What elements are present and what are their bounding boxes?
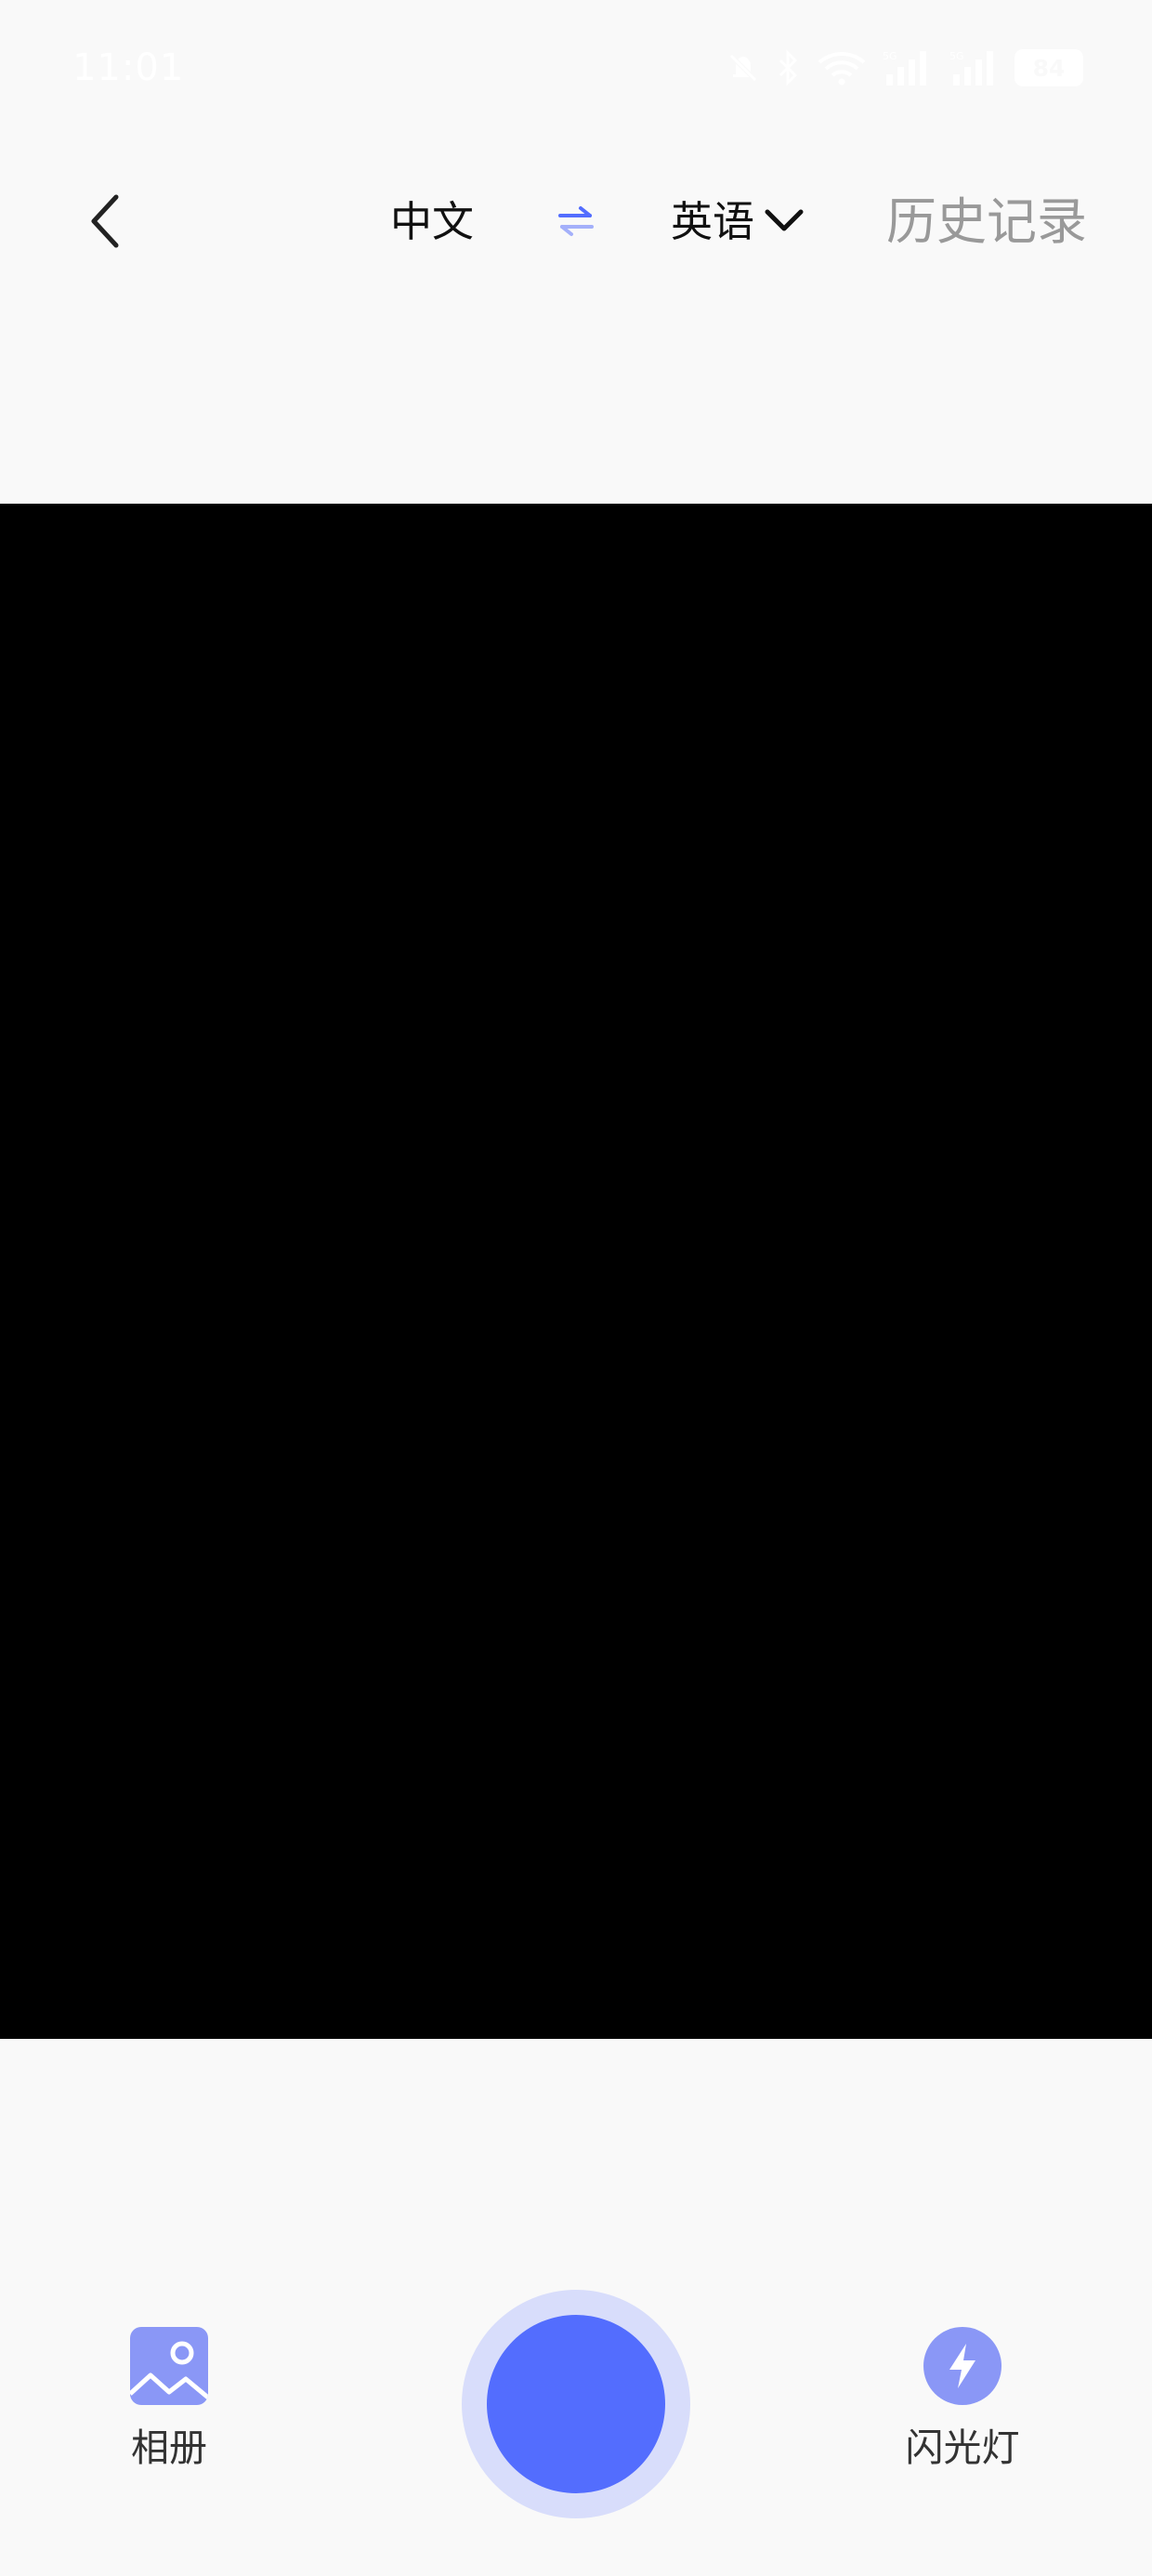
bottom-controls: 相册 闪光灯 bbox=[0, 2039, 1152, 2576]
status-time: 11:01 bbox=[72, 46, 185, 89]
album-label: 相册 bbox=[131, 2425, 207, 2470]
swap-language-button[interactable] bbox=[548, 195, 604, 251]
svg-text:5G: 5G bbox=[883, 50, 897, 62]
status-icons: 5G 5G 84 bbox=[725, 46, 1083, 89]
source-language-selector[interactable]: 中文 bbox=[390, 191, 474, 253]
album-button[interactable]: 相册 bbox=[117, 2327, 221, 2485]
flash-label: 闪光灯 bbox=[905, 2425, 1020, 2470]
mute-icon bbox=[725, 49, 762, 86]
wifi-icon bbox=[816, 49, 868, 86]
battery-icon: 84 bbox=[1015, 49, 1083, 86]
camera-preview[interactable] bbox=[0, 504, 1152, 2039]
target-language-label: 英语 bbox=[671, 197, 755, 246]
shutter-button[interactable] bbox=[462, 2290, 690, 2518]
flash-icon bbox=[923, 2327, 1001, 2405]
flash-button[interactable]: 闪光灯 bbox=[897, 2327, 1028, 2485]
top-nav: 中文 英语 历史记录 bbox=[0, 158, 1152, 288]
bluetooth-icon bbox=[775, 49, 803, 86]
svg-text:5G: 5G bbox=[949, 50, 964, 62]
battery-level: 84 bbox=[1032, 54, 1066, 82]
chevron-down-icon bbox=[764, 206, 805, 238]
chevron-left-icon bbox=[85, 191, 125, 255]
shutter-inner bbox=[487, 2315, 665, 2493]
signal-5g-icon: 5G bbox=[948, 48, 1001, 87]
image-icon bbox=[130, 2327, 208, 2405]
signal-5g-icon: 5G bbox=[881, 48, 935, 87]
status-bar: 11:01 5G 5G 84 bbox=[0, 0, 1152, 139]
target-language-selector[interactable]: 英语 bbox=[671, 191, 805, 253]
camera-translate-screen: 11:01 5G 5G 84 中文 英语 历史记录 相册 闪光灯 bbox=[0, 0, 1152, 2576]
swap-arrows-icon bbox=[556, 202, 596, 244]
back-button[interactable] bbox=[72, 184, 137, 262]
history-button[interactable]: 历史记录 bbox=[886, 188, 1087, 256]
